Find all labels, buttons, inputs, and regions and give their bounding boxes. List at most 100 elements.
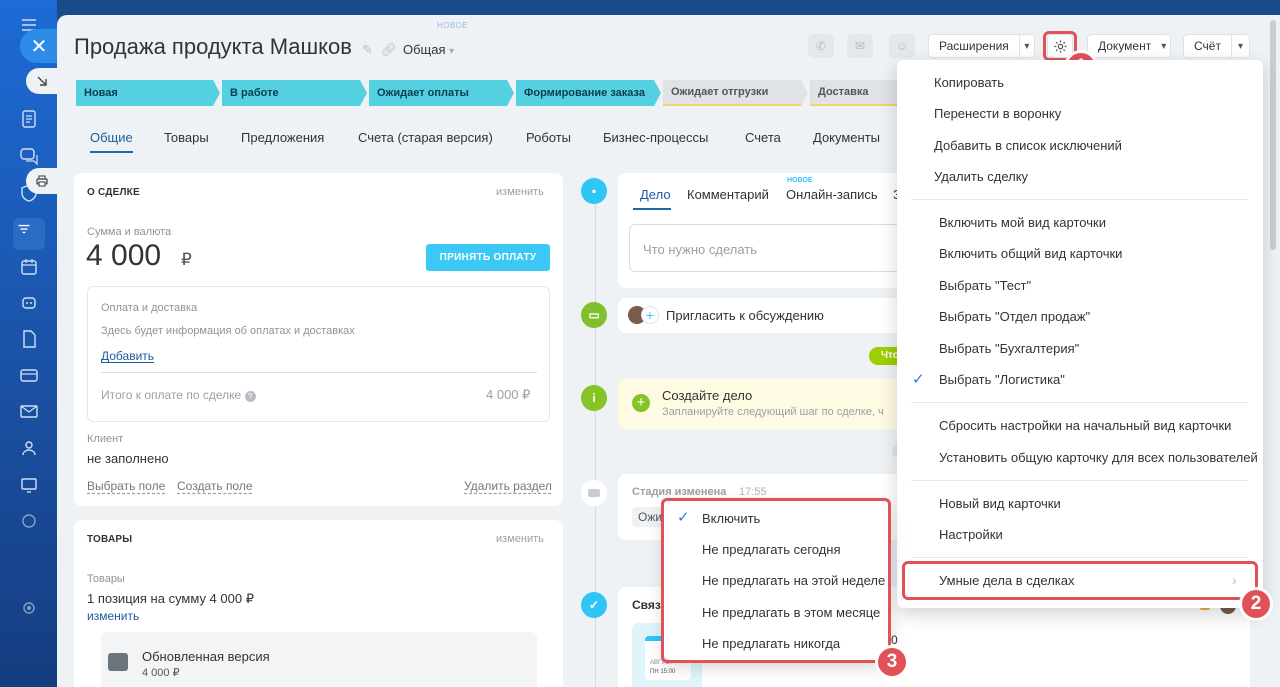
delete-section-link[interactable]: Удалить раздел: [464, 479, 552, 493]
submenu-item-not-today[interactable]: Не предлагать сегодня: [702, 542, 841, 557]
app-icon[interactable]: [18, 510, 40, 532]
document-button[interactable]: Документ ▾: [1087, 34, 1171, 58]
stage-awaiting-payment[interactable]: Ожидает оплаты: [369, 80, 514, 106]
help-icon[interactable]: ?: [244, 391, 256, 402]
envelope-icon[interactable]: ✉: [847, 34, 873, 58]
new-label: НОВОЕ: [437, 21, 469, 30]
stage-in-work[interactable]: В работе: [222, 80, 367, 106]
submenu-item-never[interactable]: Не предлагать никогда: [702, 636, 840, 651]
chevron-down-icon[interactable]: ▾: [1018, 35, 1034, 57]
chat-dot-icon: ▭: [581, 302, 607, 328]
arrow-down-right-icon: [37, 76, 47, 86]
robot-icon[interactable]: [18, 291, 40, 313]
chevron-down-icon[interactable]: ▾: [1230, 35, 1249, 57]
currency-sign: ₽: [181, 250, 192, 269]
product-price: 4 000 ₽: [142, 667, 180, 679]
new-badge: НОВОЕ: [787, 177, 813, 184]
menu-item-new-card-view[interactable]: Новый вид карточки: [939, 496, 1061, 511]
total-value: 4 000 ₽: [486, 387, 531, 402]
menu-item-select-test[interactable]: Выбрать "Тест": [939, 278, 1031, 293]
tab-underline: [90, 151, 133, 153]
menu-item-move-to-funnel[interactable]: Перенести в воронку: [934, 106, 1061, 121]
mail-icon[interactable]: [18, 400, 40, 422]
deal-edit-link[interactable]: изменить: [496, 186, 544, 198]
category-label: Общая: [403, 42, 446, 57]
create-task-card[interactable]: [618, 379, 918, 429]
settings-icon[interactable]: [18, 597, 40, 619]
tab-online-booking[interactable]: Онлайн-запись: [786, 187, 878, 202]
menu-item-select-accounting[interactable]: Выбрать "Бухгалтерия": [939, 341, 1079, 356]
card-icon[interactable]: [18, 364, 40, 386]
users-icon[interactable]: [18, 437, 40, 459]
tab-comment[interactable]: Комментарий: [687, 187, 769, 202]
link-icon[interactable]: 🔗︎: [381, 42, 398, 57]
menu-item-set-common-card[interactable]: Установить общую карточку для всех польз…: [939, 450, 1258, 465]
tab-general[interactable]: Общие: [90, 130, 133, 145]
minimize-tab[interactable]: [26, 68, 57, 94]
menu-item-select-sales[interactable]: Выбрать "Отдел продаж": [939, 309, 1090, 324]
select-field-link[interactable]: Выбрать поле: [87, 479, 165, 493]
accept-payment-button[interactable]: ПРИНЯТЬ ОПЛАТУ: [426, 244, 550, 271]
chat-icon[interactable]: [18, 145, 40, 167]
print-tab[interactable]: [26, 168, 57, 194]
document-label: Документ: [1098, 39, 1152, 53]
client-label: Клиент: [87, 433, 124, 445]
extensions-label: Расширения: [939, 39, 1009, 53]
menu-divider: [911, 557, 1248, 558]
tab-task[interactable]: Дело: [640, 187, 671, 202]
stage-delivery[interactable]: Доставка: [810, 80, 910, 106]
menu-item-smart-tasks[interactable]: Умные дела в сделках: [939, 573, 1074, 588]
menu-item-copy[interactable]: Копировать: [934, 75, 1004, 90]
tab-business-processes[interactable]: Бизнес-процессы: [603, 130, 708, 145]
tab-offers[interactable]: Предложения: [241, 130, 324, 145]
scrollbar[interactable]: [1270, 20, 1276, 250]
create-field-link[interactable]: Создать поле: [177, 479, 253, 493]
tab-documents[interactable]: Документы: [813, 130, 880, 145]
close-slider-button[interactable]: ✕: [20, 29, 58, 63]
chevron-down-icon: ▾: [449, 46, 455, 57]
menu-item-select-logistics[interactable]: Выбрать "Логистика": [939, 372, 1065, 387]
file-icon[interactable]: [18, 328, 40, 350]
goods-change-link[interactable]: изменить: [87, 609, 139, 623]
stage-change-time: 17:55: [739, 486, 767, 498]
category-select[interactable]: Общая ▾: [403, 42, 454, 57]
goods-edit-link[interactable]: изменить: [496, 533, 544, 545]
stage-new[interactable]: Новая: [76, 80, 220, 106]
tab-invoices[interactable]: Счета: [745, 130, 781, 145]
menu-divider: [911, 199, 1248, 200]
stage-awaiting-shipment[interactable]: Ожидает отгрузки: [663, 80, 808, 106]
submenu-item-enable[interactable]: Включить: [702, 511, 760, 526]
linked-title: Связ: [632, 598, 661, 612]
calendar-icon[interactable]: [18, 256, 40, 278]
menu-item-delete-deal[interactable]: Удалить сделку: [934, 169, 1028, 184]
edit-pencil-icon[interactable]: ✎: [362, 42, 373, 57]
stage-order-forming[interactable]: Формирование заказа: [516, 80, 661, 106]
menu-item-common-card-view[interactable]: Включить общий вид карточки: [939, 246, 1122, 261]
tab-products[interactable]: Товары: [164, 130, 209, 145]
menu-item-add-exclusion[interactable]: Добавить в список исключений: [934, 138, 1122, 153]
plus-icon[interactable]: +: [641, 306, 659, 324]
submenu-item-not-this-week[interactable]: Не предлагать на этой неделе: [702, 573, 885, 588]
monitor-icon[interactable]: [18, 474, 40, 496]
calendar-time: ПН 15:00: [650, 669, 676, 675]
extensions-button[interactable]: Расширения ▾: [928, 34, 1035, 58]
menu-item-reset-card[interactable]: Сбросить настройки на начальный вид карт…: [939, 418, 1231, 433]
total-label: Итого к оплате по сделке ?: [101, 388, 256, 402]
document-icon[interactable]: [18, 108, 40, 130]
left-sidebar: [0, 0, 57, 687]
check-dot-icon: ✓: [581, 592, 607, 618]
invoice-button[interactable]: Счёт ▾: [1183, 34, 1250, 58]
submenu-item-not-this-month[interactable]: Не предлагать в этом месяце: [702, 605, 880, 620]
menu-item-my-card-view[interactable]: Включить мой вид карточки: [939, 215, 1106, 230]
tab-robots[interactable]: Роботы: [526, 130, 571, 145]
sum-value: 4 000: [86, 239, 162, 272]
tag-dot-icon: [581, 480, 607, 506]
add-payment-link[interactable]: Добавить: [101, 349, 154, 363]
phone-icon[interactable]: ✆: [808, 34, 834, 58]
tab-old-invoices[interactable]: Счета (старая версия): [358, 130, 493, 145]
goods-summary: 1 позиция на сумму 4 000 ₽: [87, 591, 254, 606]
menu-item-settings[interactable]: Настройки: [939, 527, 1003, 542]
filter-icon[interactable]: [13, 218, 45, 250]
chat-bubble-icon[interactable]: ☺: [889, 34, 915, 58]
tab-task-underline: [633, 208, 671, 210]
